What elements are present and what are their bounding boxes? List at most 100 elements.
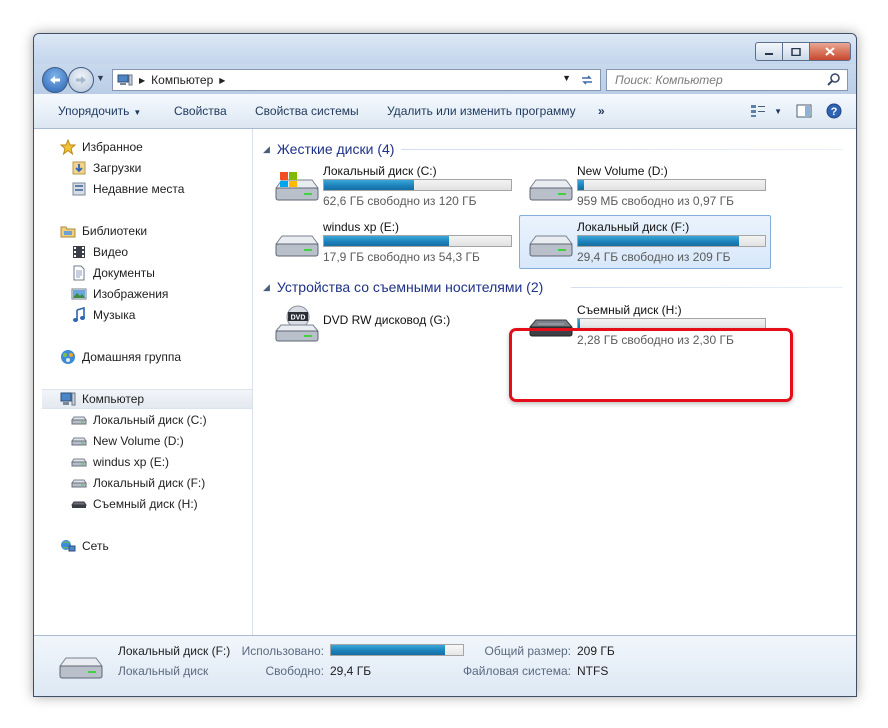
svg-text:?: ? <box>831 106 838 118</box>
nav-drive-e[interactable]: windus xp (E:) <box>71 452 169 472</box>
drive-tile-g[interactable]: DVD DVD RW дисковод (G:) <box>265 298 517 352</box>
nav-drive-d-label: New Volume (D:) <box>93 434 184 448</box>
recent-places-icon <box>72 182 86 196</box>
view-icon <box>751 105 766 117</box>
back-button[interactable] <box>42 67 68 93</box>
pictures-icon <box>71 288 87 300</box>
system-drive-icon <box>275 172 319 201</box>
video-icon <box>73 246 85 258</box>
group-header-removable[interactable]: ◢ Устройства со съемными носителями (2) <box>263 278 843 296</box>
nav-libraries-label: Библиотеки <box>82 224 148 238</box>
hard-drive-icon <box>529 179 573 201</box>
usage-bar-fill <box>324 180 414 190</box>
drive-f-usage-bar <box>577 235 766 247</box>
help-icon[interactable]: ? <box>826 103 842 119</box>
nav-pictures[interactable]: Изображения <box>71 284 168 304</box>
nav-computer-label: Компьютер <box>82 392 145 406</box>
nav-pictures-label: Изображения <box>93 287 169 301</box>
drive-tile-d[interactable]: New Volume (D:) 959 МБ свободно из 0,97 … <box>519 159 771 213</box>
minimize-button[interactable] <box>755 42 782 61</box>
drive-c-free-space: 62,6 ГБ свободно из 120 ГБ <box>323 194 477 208</box>
nav-downloads-label: Загрузки <box>93 161 142 175</box>
more-commands-button[interactable]: » <box>598 104 605 118</box>
nav-network-label: Сеть <box>82 539 109 553</box>
breadcrumb-chevron-icon[interactable]: ▶ <box>219 76 225 85</box>
star-icon <box>60 139 76 155</box>
nav-music[interactable]: Музыка <box>71 305 135 325</box>
drive-c-name: Локальный диск (C:) <box>323 164 437 178</box>
details-fs-value: NTFS <box>577 664 609 678</box>
organize-label: Упорядочить <box>58 104 130 118</box>
nav-recent-places[interactable]: Недавние места <box>71 179 184 199</box>
drive-tile-e[interactable]: windus xp (E:) 17,9 ГБ свободно из 54,3 … <box>265 215 517 269</box>
drive-e-free-space: 17,9 ГБ свободно из 54,3 ГБ <box>323 250 480 264</box>
music-icon <box>73 307 85 322</box>
nav-drive-f[interactable]: Локальный диск (F:) <box>71 473 205 493</box>
nav-computer[interactable]: Компьютер <box>42 389 252 409</box>
details-total-value: 209 ГБ <box>577 644 615 658</box>
search-icon[interactable] <box>827 72 841 86</box>
search-box[interactable] <box>606 69 848 91</box>
properties-button[interactable]: Свойства <box>174 104 227 118</box>
drive-tile-c[interactable]: Локальный диск (C:) 62,6 ГБ свободно из … <box>265 159 517 213</box>
nav-network[interactable]: Сеть <box>60 536 109 556</box>
drive-tile-f[interactable]: Локальный диск (F:) 29,4 ГБ свободно из … <box>519 215 771 269</box>
title-bar <box>34 34 856 64</box>
maximize-icon <box>791 47 801 56</box>
system-properties-button[interactable]: Свойства системы <box>255 104 359 118</box>
nav-libraries[interactable]: Библиотеки <box>60 221 147 241</box>
forward-button[interactable] <box>68 67 94 93</box>
nav-homegroup[interactable]: Домашняя группа <box>60 347 181 367</box>
preview-pane-icon[interactable] <box>796 104 812 118</box>
forward-arrow-icon <box>76 76 86 84</box>
usage-bar-fill <box>578 180 584 190</box>
refresh-icon <box>582 75 592 85</box>
computer-icon <box>117 74 133 86</box>
address-dropdown-icon[interactable]: ▼ <box>562 73 571 83</box>
nav-downloads[interactable]: Загрузки <box>71 158 141 178</box>
nav-drive-h-label: Съемный диск (H:) <box>93 497 198 511</box>
drive-e-name: windus xp (E:) <box>323 220 400 234</box>
drive-f-name: Локальный диск (F:) <box>577 220 690 234</box>
group-header-hard-disks[interactable]: ◢ Жесткие диски (4) <box>263 140 843 158</box>
maximize-button[interactable] <box>782 42 809 61</box>
group-divider <box>571 287 843 288</box>
removable-drive-icon <box>71 501 87 508</box>
network-icon <box>61 540 76 552</box>
nav-drive-e-label: windus xp (E:) <box>93 455 170 469</box>
breadcrumb-computer[interactable]: Компьютер <box>151 73 213 87</box>
nav-drive-d[interactable]: New Volume (D:) <box>71 431 184 451</box>
computer-icon <box>60 392 76 406</box>
content-area: Избранное Загрузки Недавние места Библио… <box>34 129 856 636</box>
collapse-triangle-icon: ◢ <box>263 281 270 292</box>
hard-drive-icon <box>71 437 87 446</box>
organize-button[interactable]: Упорядочить ▼ <box>58 104 141 118</box>
group-title-removable: Устройства со съемными носителями (2) <box>276 279 544 295</box>
collapse-triangle-icon: ◢ <box>263 143 270 154</box>
nav-drive-c[interactable]: Локальный диск (C:) <box>71 410 207 430</box>
usage-bar-fill <box>331 645 445 655</box>
nav-documents[interactable]: Документы <box>71 263 155 283</box>
drive-f-free-space: 29,4 ГБ свободно из 209 ГБ <box>577 250 731 264</box>
hard-drive-icon <box>71 479 87 488</box>
hard-drive-icon <box>71 458 87 467</box>
toolbar-right: ▼ ? <box>750 103 842 119</box>
usage-bar-fill <box>578 236 739 246</box>
address-box[interactable]: ▶ Компьютер ▶ ▼ <box>112 69 576 91</box>
uninstall-program-button[interactable]: Удалить или изменить программу <box>387 104 576 118</box>
search-input[interactable] <box>613 72 827 88</box>
nav-favorites[interactable]: Избранное <box>60 137 143 157</box>
nav-drive-h[interactable]: Съемный диск (H:) <box>71 494 198 514</box>
nav-documents-label: Документы <box>93 266 155 280</box>
nav-videos-label: Видео <box>93 245 129 259</box>
nav-videos[interactable]: Видео <box>71 242 128 262</box>
command-bar: Упорядочить ▼ Свойства Свойства системы У… <box>34 94 856 129</box>
details-used-label: Использовано: <box>241 644 324 658</box>
change-view-button[interactable]: ▼ <box>750 104 782 118</box>
refresh-button[interactable] <box>574 69 601 91</box>
close-button[interactable] <box>809 42 851 61</box>
breadcrumb-separator-icon[interactable]: ▶ <box>139 76 145 85</box>
group-title-hard-disks: Жесткие диски (4) <box>276 141 395 157</box>
nav-music-label: Музыка <box>93 308 136 322</box>
recent-pages-dropdown[interactable]: ▼ <box>96 73 105 83</box>
